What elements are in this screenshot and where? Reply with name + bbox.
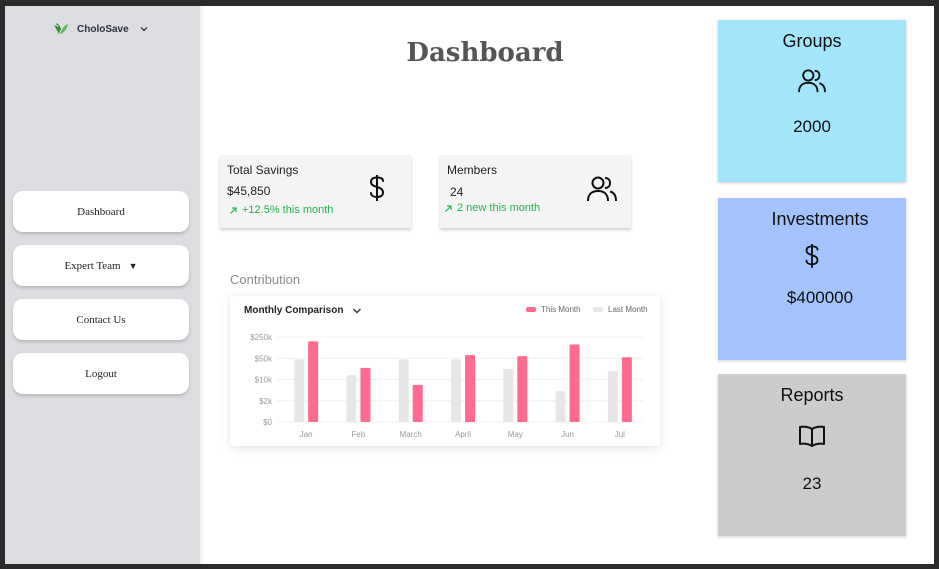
bar-last-month bbox=[503, 368, 514, 422]
app-window: CholoSave Dashboard Expert Team ▼ Contac… bbox=[5, 6, 934, 564]
y-tick-label: $250k bbox=[250, 333, 273, 342]
x-tick-label: Jun bbox=[561, 430, 574, 439]
sidebar-item-logout[interactable]: Logout bbox=[13, 353, 189, 394]
sidebar-item-label: Logout bbox=[85, 367, 117, 380]
users-icon bbox=[798, 69, 826, 93]
x-tick-label: Jan bbox=[300, 430, 313, 439]
bar-this-month bbox=[412, 384, 423, 422]
bar-last-month bbox=[398, 359, 409, 422]
x-tick-label: Jul bbox=[615, 430, 625, 439]
sidebar-item-expert-team[interactable]: Expert Team ▼ bbox=[13, 245, 189, 286]
bar-chart: $0 $2k $10k $50k $250k Jan Feb March April May Jun… bbox=[250, 333, 643, 439]
tile-title: Groups bbox=[782, 31, 842, 51]
chevron-down-icon bbox=[140, 27, 148, 32]
bar-last-month bbox=[346, 375, 357, 422]
tile-value: $400000 bbox=[786, 288, 854, 307]
tile-value: 2000 bbox=[793, 117, 831, 136]
total-savings-label: Total Savings bbox=[227, 163, 299, 177]
sidebar-item-contact-us[interactable]: Contact Us bbox=[13, 299, 189, 340]
brand-switcher[interactable]: CholoSave bbox=[53, 22, 149, 36]
tile-icon-wrap bbox=[718, 424, 906, 448]
brand-name: CholoSave bbox=[77, 23, 129, 35]
y-tick-label: $50k bbox=[255, 354, 273, 363]
caret-down-icon: ▼ bbox=[128, 260, 138, 271]
x-tick-label: April bbox=[455, 430, 471, 439]
tile-title: Reports bbox=[780, 385, 844, 405]
y-tick-label: $2k bbox=[259, 397, 273, 406]
trend-up-icon bbox=[445, 204, 452, 212]
y-tick-label: $10k bbox=[255, 376, 273, 385]
members-label: Members bbox=[447, 163, 498, 177]
x-tick-label: March bbox=[400, 430, 422, 439]
members-value: 24 bbox=[450, 185, 464, 199]
trend-text: 2 new this month bbox=[457, 202, 541, 214]
reports-tile[interactable]: Reports 23 bbox=[718, 374, 906, 536]
bar-this-month bbox=[517, 356, 528, 422]
sidebar-item-dashboard[interactable]: Dashboard bbox=[13, 191, 189, 232]
total-savings-card: Total Savings $45,850 +12.5% this month bbox=[220, 155, 411, 228]
sidebar-item-label: Contact Us bbox=[76, 313, 126, 326]
sidebar-item-label: Expert Team bbox=[64, 259, 121, 272]
book-icon bbox=[799, 425, 825, 447]
total-savings-trend: +12.5% this month bbox=[229, 204, 333, 216]
tile-value: 23 bbox=[802, 474, 822, 493]
bar-last-month bbox=[555, 391, 566, 422]
y-tick-label: $0 bbox=[263, 418, 272, 427]
leaf-logo-icon bbox=[54, 23, 68, 34]
dollar-icon bbox=[805, 244, 819, 268]
bar-last-month bbox=[607, 371, 618, 422]
members-card: Members 24 2 new this month bbox=[440, 155, 631, 228]
total-savings-value: $45,850 bbox=[227, 184, 271, 198]
sidebar-item-label: Dashboard bbox=[77, 205, 125, 218]
members-trend: 2 new this month bbox=[444, 202, 540, 214]
bar-this-month bbox=[308, 341, 319, 422]
chart-card: Monthly Comparison This Month Last Month… bbox=[230, 296, 660, 446]
x-tick-label: Feb bbox=[352, 430, 366, 439]
users-icon bbox=[587, 176, 617, 202]
tile-icon-wrap bbox=[718, 241, 906, 271]
investments-tile[interactable]: Investments $400000 bbox=[718, 198, 906, 360]
bar-this-month bbox=[621, 357, 632, 422]
tile-title: Investments bbox=[771, 209, 869, 229]
bar-this-month bbox=[569, 344, 580, 422]
dollar-icon bbox=[369, 175, 385, 201]
trend-text: +12.5% this month bbox=[242, 204, 334, 216]
trend-up-icon bbox=[230, 206, 237, 214]
bar-last-month bbox=[294, 359, 305, 422]
tile-icon-wrap bbox=[718, 68, 906, 94]
contribution-label: Contribution bbox=[230, 272, 301, 287]
groups-tile[interactable]: Groups 2000 bbox=[718, 20, 906, 182]
bar-this-month bbox=[465, 355, 475, 422]
bar-this-month bbox=[360, 367, 371, 422]
page-title: Dashboard bbox=[406, 38, 564, 68]
sidebar: CholoSave Dashboard Expert Team ▼ Contac… bbox=[5, 6, 200, 564]
bar-last-month bbox=[451, 359, 461, 422]
x-tick-label: May bbox=[508, 430, 523, 439]
